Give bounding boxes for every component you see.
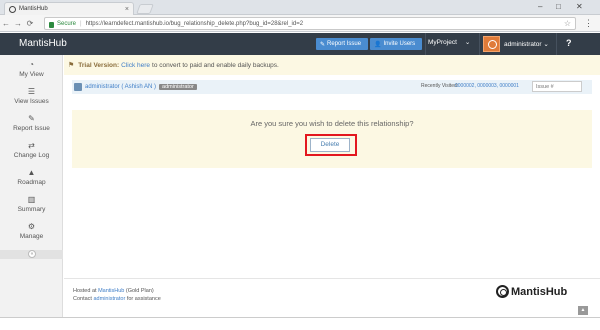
project-selector[interactable]: MyProject ⌄ — [428, 38, 471, 47]
user-info-bar: administrator ( Ashish AN ) administrato… — [72, 80, 592, 94]
user-name: administrator — [504, 41, 542, 48]
trial-notice: ⚑ Trial Version: Click here to convert t… — [64, 55, 600, 75]
contact-suffix: for assistance — [126, 296, 161, 302]
sidebar-item-my-view[interactable]: ◔ My View — [0, 59, 63, 83]
mantishub-link[interactable]: MantisHub — [98, 288, 124, 294]
sidebar-item-change-log[interactable]: ⇄ Change Log — [0, 140, 63, 164]
window-close-icon[interactable]: ✕ — [576, 2, 583, 11]
road-icon: ▲ — [27, 168, 36, 177]
url-text: https://learndefect.mantishub.io/bug_rel… — [85, 20, 304, 27]
browser-tabbar: MantisHub × – □ ✕ — [0, 0, 600, 15]
sidebar-item-label: Report Issue — [13, 125, 50, 132]
confirm-question: Are you sure you wish to delete this rel… — [250, 119, 414, 128]
sidebar-item-report-issue[interactable]: ✎ Report Issue — [0, 113, 63, 137]
plan-text: (Gold Plan) — [125, 288, 154, 294]
new-tab-button[interactable] — [136, 4, 154, 14]
project-name: MyProject — [428, 38, 457, 46]
invite-users-button[interactable]: 👤 Invite Users — [370, 38, 422, 50]
edit-icon: ✎ — [28, 114, 35, 123]
tab-title: MantisHub — [19, 6, 48, 12]
user-menu[interactable]: administrator ⌄ — [504, 40, 549, 48]
browser-toolbar: ← → ⟳ Secure | https://learndefect.manti… — [0, 15, 600, 32]
page-footer: Hosted at MantisHub (Gold Plan) Contact … — [64, 278, 600, 318]
user-icon — [74, 83, 82, 91]
browser-menu-icon[interactable]: ⋮ — [584, 18, 593, 29]
address-bar[interactable]: Secure | https://learndefect.mantishub.i… — [44, 17, 576, 30]
sidebar-item-label: Change Log — [13, 152, 50, 159]
bookmark-star-icon[interactable]: ☆ — [564, 19, 571, 28]
retweet-icon: ⇄ — [28, 141, 35, 150]
delete-button[interactable]: Delete — [310, 138, 350, 152]
recently-visited-label: Recently Visited: — [421, 83, 459, 89]
mantishub-favicon-icon — [9, 5, 16, 13]
invite-users-label: Invite Users — [383, 41, 416, 47]
forward-icon[interactable]: → — [12, 19, 24, 28]
navbar-divider — [425, 33, 426, 55]
bar-chart-icon: ▥ — [27, 195, 36, 204]
gears-icon: ⚙ — [27, 222, 36, 231]
minimize-icon[interactable]: – — [538, 2, 542, 11]
brand-logo[interactable]: MantisHub — [19, 38, 67, 49]
hosted-at-text: Hosted at MantisHub (Gold Plan) — [73, 288, 154, 294]
sidebar-collapse-bar: « — [0, 250, 63, 259]
tab-close-icon[interactable]: × — [125, 6, 129, 13]
sidebar-item-view-issues[interactable]: ☰ View Issues — [0, 86, 63, 110]
edit-icon: ✎ — [320, 41, 326, 48]
maximize-icon[interactable]: □ — [556, 2, 561, 11]
reload-icon[interactable]: ⟳ — [24, 19, 36, 28]
trial-convert-link[interactable]: Click here — [121, 62, 150, 69]
list-icon: ☰ — [27, 87, 36, 96]
administrator-link[interactable]: administrator — [94, 296, 126, 302]
issue-number-input[interactable] — [532, 81, 582, 92]
sidebar-item-label: Summary — [17, 206, 46, 213]
secure-label: Secure — [57, 20, 77, 27]
recently-visited-links[interactable]: 0000002, 0000003, 0000001 — [455, 83, 519, 89]
sidebar-item-label: View Issues — [14, 98, 49, 105]
sidebar: ◔ My View ☰ View Issues ✎ Report Issue ⇄… — [0, 55, 63, 317]
help-icon[interactable]: ? — [566, 38, 572, 48]
back-icon[interactable]: ← — [0, 19, 12, 28]
delete-confirmation-panel: Are you sure you wish to delete this rel… — [72, 110, 592, 168]
flag-icon: ⚑ — [68, 62, 75, 69]
sidebar-item-label: Roadmap — [17, 179, 46, 186]
scroll-to-top-button[interactable]: ▲ — [578, 306, 588, 315]
sidebar-item-roadmap[interactable]: ▲ Roadmap — [0, 167, 63, 191]
navbar-divider — [556, 33, 557, 55]
window-bottom-edge — [0, 317, 600, 330]
mantishub-logo-icon — [496, 285, 509, 298]
trial-text: to convert to paid and enable daily back… — [152, 61, 279, 69]
contact-prefix: Contact — [73, 296, 92, 302]
current-user-link[interactable]: administrator ( Ashish AN ) — [85, 84, 156, 90]
lock-icon — [49, 21, 54, 28]
sidebar-item-label: Manage — [19, 233, 44, 240]
chevron-down-icon: ⌄ — [464, 39, 471, 46]
contact-text: Contact administrator for assistance — [73, 296, 161, 302]
avatar[interactable] — [483, 36, 500, 52]
app-navbar: MantisHub ✎ Report Issue 👤 Invite Users … — [0, 33, 600, 55]
hosted-prefix: Hosted at — [73, 288, 97, 294]
footer-logo[interactable]: MantisHub — [496, 285, 567, 298]
sidebar-item-label: My View — [19, 71, 44, 78]
url-separator: | — [80, 20, 82, 27]
sidebar-item-manage[interactable]: ⚙ Manage — [0, 221, 63, 245]
report-issue-button[interactable]: ✎ Report Issue — [316, 38, 368, 50]
sidebar-item-summary[interactable]: ▥ Summary — [0, 194, 63, 218]
trial-label: Trial Version: — [78, 61, 120, 69]
browser-tab[interactable]: MantisHub × — [4, 2, 134, 15]
dashboard-icon: ◔ — [29, 60, 34, 69]
collapse-sidebar-icon[interactable]: « — [28, 250, 36, 258]
navbar-divider — [479, 33, 480, 55]
logo-text: MantisHub — [511, 285, 568, 298]
report-issue-label: Report Issue — [327, 41, 362, 47]
role-badge: administrator — [159, 84, 197, 90]
user-plus-icon: 👤 — [374, 41, 382, 48]
